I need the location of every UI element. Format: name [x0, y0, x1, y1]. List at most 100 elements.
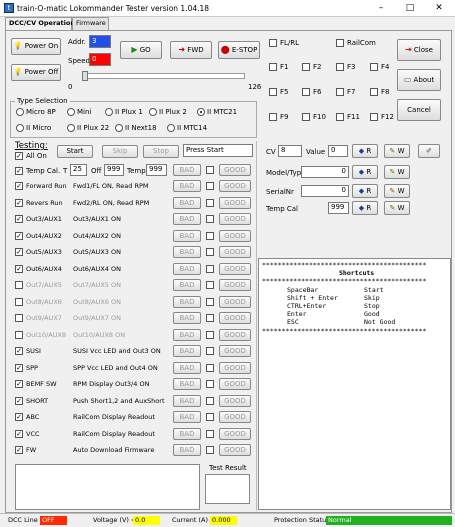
serial-write-button[interactable]: ✎ W: [384, 184, 410, 198]
test-row-bad-button[interactable]: BAD: [173, 427, 201, 440]
type-radio-plux-1[interactable]: [105, 108, 113, 116]
test-row-good-button[interactable]: GOOD: [219, 361, 251, 374]
test-row-result-checkbox[interactable]: [206, 182, 214, 190]
test-row-result-checkbox[interactable]: [206, 347, 214, 355]
test-row-checkbox[interactable]: [15, 297, 23, 306]
type-radio-plux-22[interactable]: [67, 124, 75, 132]
test-row-bad-button[interactable]: BAD: [173, 213, 201, 225]
power-on-button[interactable]: 💡 Power On: [11, 38, 61, 55]
type-radio-next18[interactable]: [115, 124, 123, 132]
skip-button[interactable]: Skip: [102, 145, 138, 158]
test-row-good-button[interactable]: GOOD: [219, 411, 251, 423]
cv-write-button[interactable]: ✎ W: [384, 144, 410, 158]
test-row-checkbox[interactable]: ✓: [15, 215, 23, 223]
f1-checkbox[interactable]: [269, 63, 277, 71]
test-row-good-button[interactable]: GOOD: [219, 180, 251, 192]
type-radio-mtc14[interactable]: [167, 124, 175, 132]
test-row-result-checkbox[interactable]: [206, 429, 214, 438]
test-row-checkbox[interactable]: ✓: [15, 198, 23, 207]
speed-input[interactable]: 0: [89, 53, 111, 66]
speed-slider[interactable]: [82, 71, 245, 81]
test-row-checkbox[interactable]: ✓: [15, 231, 23, 240]
test-row-result-checkbox[interactable]: [206, 248, 214, 256]
f12-checkbox[interactable]: [370, 113, 378, 121]
temp-cal-write-button[interactable]: ✎ W: [384, 201, 410, 215]
f5-checkbox[interactable]: [269, 88, 277, 96]
test-row-good-button[interactable]: GOOD: [219, 312, 251, 324]
temp-cal-good-button[interactable]: GOOD: [219, 164, 251, 176]
type-radio-micro[interactable]: [16, 124, 24, 132]
cancel-button[interactable]: Cancel: [397, 99, 441, 121]
value-input[interactable]: 0: [328, 145, 348, 157]
test-row-result-checkbox[interactable]: [206, 396, 214, 405]
temp-cal-bad-button[interactable]: BAD: [173, 164, 201, 176]
f4-checkbox[interactable]: [370, 63, 378, 71]
test-row-result-checkbox[interactable]: [206, 314, 214, 322]
test-row-good-button[interactable]: GOOD: [219, 246, 251, 258]
test-row-bad-button[interactable]: BAD: [173, 246, 201, 258]
f11-checkbox[interactable]: [336, 113, 344, 121]
type-radio-mtc21[interactable]: [197, 108, 205, 116]
fwd-button[interactable]: ➜ FWD: [170, 41, 212, 59]
e-stop-button[interactable]: ⬤ E-STOP: [218, 41, 260, 59]
f9-checkbox[interactable]: [269, 113, 277, 121]
test-row-bad-button[interactable]: BAD: [173, 444, 201, 456]
test-row-result-checkbox[interactable]: [206, 264, 214, 273]
type-radio-plux-2[interactable]: [149, 108, 157, 116]
f8-checkbox[interactable]: [370, 88, 378, 96]
close-window-button[interactable]: ✕: [425, 1, 453, 15]
f3-checkbox[interactable]: [336, 63, 344, 71]
test-row-bad-button[interactable]: BAD: [173, 312, 201, 324]
test-row-good-button[interactable]: GOOD: [219, 262, 251, 275]
test-row-good-button[interactable]: GOOD: [219, 279, 251, 291]
slider-thumb[interactable]: [82, 71, 88, 81]
test-row-bad-button[interactable]: BAD: [173, 279, 201, 291]
test-row-result-checkbox[interactable]: [206, 215, 214, 223]
test-row-bad-button[interactable]: BAD: [173, 361, 201, 374]
test-row-result-checkbox[interactable]: [206, 413, 214, 421]
test-row-good-button[interactable]: GOOD: [219, 427, 251, 440]
test-row-bad-button[interactable]: BAD: [173, 378, 201, 390]
about-button[interactable]: ▭ About: [397, 69, 441, 91]
tab-dcc-cv-operation[interactable]: DCC/CV Operation: [5, 17, 75, 31]
start-button[interactable]: Start: [57, 145, 93, 158]
temp-cal-result-checkbox[interactable]: [206, 166, 214, 174]
close-button[interactable]: ⇥ Close: [397, 39, 441, 61]
test-row-good-button[interactable]: GOOD: [219, 328, 251, 341]
cv-input[interactable]: 8: [278, 145, 302, 157]
test-row-good-button[interactable]: GOOD: [219, 378, 251, 390]
f6-checkbox[interactable]: [302, 88, 310, 96]
test-row-bad-button[interactable]: BAD: [173, 345, 201, 357]
type-radio-micro-8p[interactable]: [16, 108, 24, 116]
test-row-checkbox[interactable]: ✓: [15, 182, 23, 190]
test-row-result-checkbox[interactable]: [206, 363, 214, 372]
test-row-checkbox[interactable]: ✓: [15, 380, 23, 388]
temp-cal-read-button[interactable]: ◆ R: [352, 201, 378, 215]
f10-checkbox[interactable]: [302, 113, 310, 121]
test-row-bad-button[interactable]: BAD: [173, 394, 201, 407]
temp-cal-checkbox[interactable]: ✓: [15, 167, 23, 175]
f7-checkbox[interactable]: [336, 88, 344, 96]
f2-checkbox[interactable]: [302, 63, 310, 71]
test-row-bad-button[interactable]: BAD: [173, 229, 201, 242]
test-row-checkbox[interactable]: ✓: [15, 413, 23, 421]
test-row-result-checkbox[interactable]: [206, 198, 214, 207]
test-row-good-button[interactable]: GOOD: [219, 229, 251, 242]
test-row-good-button[interactable]: GOOD: [219, 213, 251, 225]
fl-rl-checkbox[interactable]: [269, 39, 277, 47]
test-row-checkbox[interactable]: [15, 330, 23, 339]
type-radio-mini[interactable]: [67, 108, 75, 116]
model-write-button[interactable]: ✎ W: [384, 165, 410, 179]
test-row-result-checkbox[interactable]: [206, 281, 214, 289]
test-row-bad-button[interactable]: BAD: [173, 262, 201, 275]
test-row-checkbox[interactable]: ✓: [15, 248, 23, 256]
off-input[interactable]: 999: [104, 164, 124, 176]
cv-read-button[interactable]: ◆ R: [352, 144, 378, 158]
power-off-button[interactable]: 💡 Power Off: [11, 64, 61, 81]
test-row-result-checkbox[interactable]: [206, 380, 214, 388]
go-button[interactable]: ▶ GO: [120, 41, 162, 59]
stop-button[interactable]: Stop: [143, 145, 179, 158]
test-row-bad-button[interactable]: BAD: [173, 295, 201, 308]
test-row-bad-button[interactable]: BAD: [173, 196, 201, 209]
test-row-checkbox[interactable]: ✓: [15, 429, 23, 438]
